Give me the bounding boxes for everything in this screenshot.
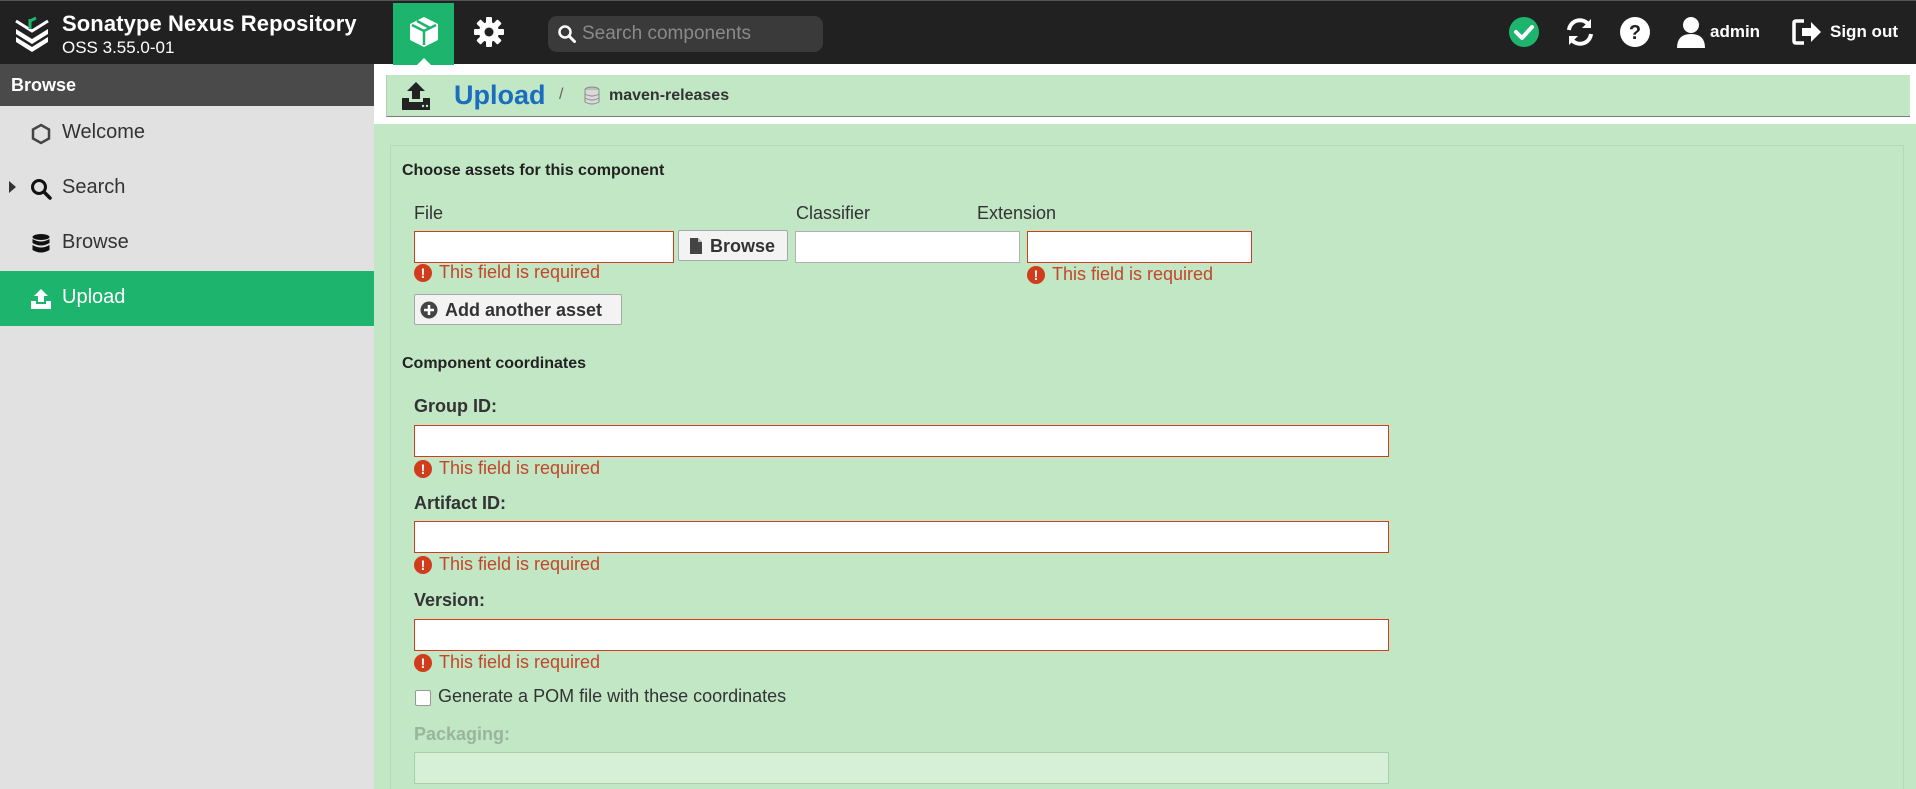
sonatype-logo-icon: [15, 16, 49, 52]
sidebar: Browse Welcome Search Browse Upload: [0, 64, 374, 789]
sidebar-item-label: Browse: [62, 231, 129, 253]
plus-circle-icon: [420, 301, 438, 319]
generate-pom-checkbox[interactable]: [415, 690, 431, 706]
breadcrumb: Upload / maven-releases: [386, 75, 1910, 117]
sidebar-item-browse[interactable]: Browse: [0, 216, 374, 271]
sign-out-label: Sign out: [1830, 22, 1898, 41]
search-icon: [558, 25, 576, 43]
sidebar-header-label: Browse: [11, 75, 77, 95]
error-icon: [414, 556, 432, 574]
classifier-label: Classifier: [796, 203, 871, 223]
generate-pom-label[interactable]: Generate a POM file with these coordinat…: [438, 686, 786, 707]
repository-icon: [584, 86, 600, 105]
error-text: This field is required: [439, 554, 601, 574]
extension-label: Extension: [977, 203, 1057, 223]
status-ok-icon[interactable]: [1507, 15, 1541, 49]
group-id-field[interactable]: [414, 425, 1389, 457]
group-id-label: Group ID:: [414, 396, 497, 416]
sign-out-icon: [1792, 19, 1821, 45]
error-text: This field is required: [439, 262, 601, 282]
gear-icon[interactable]: [472, 15, 506, 49]
sidebar-item-upload[interactable]: Upload: [0, 271, 374, 326]
username: admin: [1710, 22, 1761, 41]
assets-section-title: Choose assets for this component: [402, 162, 665, 179]
sign-out-button[interactable]: Sign out: [1792, 15, 1912, 49]
version-label: Version:: [414, 590, 486, 610]
error-text: This field is required: [1052, 264, 1214, 284]
user-icon: [1677, 17, 1705, 48]
search-input[interactable]: [582, 20, 812, 48]
sidebar-item-welcome[interactable]: Welcome: [0, 106, 374, 161]
file-label: File: [414, 203, 444, 223]
search-box[interactable]: [548, 16, 823, 52]
svg-text:?: ?: [1629, 22, 1641, 44]
browse-mode-button[interactable]: [393, 3, 454, 66]
brand[interactable]: Sonatype Nexus Repository OSS 3.55.0-01: [12, 9, 372, 59]
page-title[interactable]: Upload: [454, 80, 546, 111]
breadcrumb-repository: maven-releases: [609, 87, 730, 104]
sidebar-item-label: Welcome: [62, 121, 145, 143]
top-header: Sonatype Nexus Repository OSS 3.55.0-01: [0, 0, 1916, 66]
upload-icon: [402, 82, 430, 110]
error-icon: [414, 654, 432, 672]
help-icon[interactable]: ?: [1618, 15, 1652, 49]
extension-field[interactable]: [1027, 231, 1252, 263]
breadcrumb-separator: /: [559, 86, 564, 103]
upload-icon: [31, 289, 51, 309]
packaging-label: Packaging:: [414, 724, 511, 744]
sidebar-item-search[interactable]: Search: [0, 161, 374, 216]
add-asset-label: Add another asset: [445, 300, 603, 320]
database-icon: [32, 234, 50, 253]
file-error: This field is required: [414, 262, 674, 284]
extension-error: This field is required: [1027, 264, 1267, 286]
artifact-id-error: This field is required: [414, 554, 674, 576]
error-icon: [414, 460, 432, 478]
file-icon: [690, 238, 702, 254]
error-text: This field is required: [439, 652, 601, 672]
sidebar-item-label: Search: [62, 176, 126, 198]
artifact-id-label: Artifact ID:: [414, 493, 507, 513]
coordinates-section-title: Component coordinates: [402, 355, 587, 372]
error-icon: [1027, 266, 1045, 284]
browse-cube-icon: [410, 17, 438, 47]
active-mode-caret: [416, 58, 432, 66]
version-field[interactable]: [414, 619, 1389, 651]
error-text: This field is required: [439, 458, 601, 478]
add-asset-button[interactable]: Add another asset: [414, 294, 622, 325]
hexagon-icon: [31, 123, 51, 145]
file-field[interactable]: [414, 231, 674, 263]
brand-title: Sonatype Nexus Repository: [62, 11, 357, 36]
browse-file-button[interactable]: Browse: [678, 230, 788, 261]
brand-version: OSS 3.55.0-01: [62, 38, 175, 57]
user-menu[interactable]: admin: [1676, 15, 1776, 49]
sidebar-item-label: Upload: [62, 286, 126, 308]
group-id-error: This field is required: [414, 458, 674, 480]
browse-button-label: Browse: [710, 236, 776, 256]
search-icon: [31, 179, 52, 200]
refresh-icon[interactable]: [1563, 15, 1597, 49]
classifier-field[interactable]: [795, 231, 1020, 263]
sidebar-header: Browse: [0, 64, 374, 106]
artifact-id-field[interactable]: [414, 521, 1389, 553]
expand-arrow-icon[interactable]: [9, 181, 16, 193]
version-error: This field is required: [414, 652, 674, 674]
packaging-field: [414, 752, 1389, 784]
error-icon: [414, 264, 432, 282]
